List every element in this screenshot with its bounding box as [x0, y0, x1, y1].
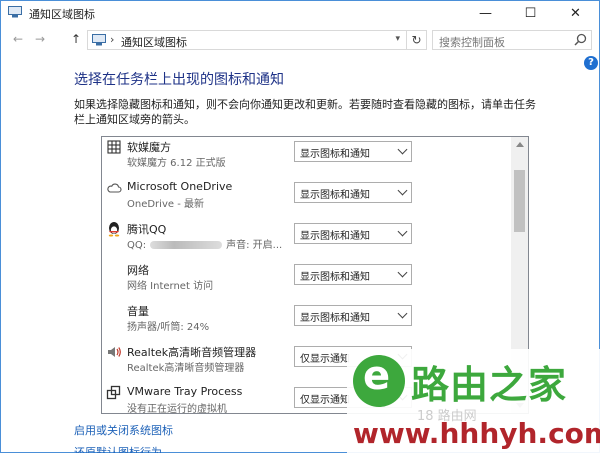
list-item: 网络 网络 Internet 访问 显示图标和通知 [102, 260, 512, 300]
chevron-down-icon [397, 267, 408, 278]
item-status: Realtek高清晰音频管理器 [127, 363, 245, 374]
behavior-value: 显示图标和通知 [300, 231, 370, 242]
behavior-select[interactable]: 显示图标和通知 [294, 141, 412, 162]
behavior-select[interactable]: 显示图标和通知 [294, 264, 412, 285]
vmware-icon [106, 385, 121, 400]
behavior-value: 显示图标和通知 [300, 190, 370, 201]
control-panel-icon [8, 6, 22, 18]
chevron-down-icon [397, 308, 408, 319]
page-description: 如果选择隐藏图标和通知，则不会向你通知更改和更新。若要随时查看隐藏的图标，请单击… [74, 98, 536, 126]
restore-defaults-link[interactable]: 还原默认图标行为 [74, 444, 162, 453]
scrollbar-thumb[interactable] [514, 170, 525, 232]
item-name: Realtek高清晰音频管理器 [127, 346, 257, 359]
breadcrumb-separator: › [110, 33, 115, 46]
behavior-value: 仅显示通知 [300, 395, 350, 406]
watermark: e 路由之家 18 路由网 www.hhhyh.com [347, 349, 600, 453]
item-status: OneDrive - 最新 [127, 199, 204, 210]
chevron-down-icon [397, 144, 408, 155]
help-button[interactable]: ? [584, 56, 598, 70]
search-placeholder: 搜索控制面板 [439, 36, 505, 49]
search-input[interactable]: 搜索控制面板 [432, 30, 592, 50]
item-name: 软媒魔方 [127, 141, 171, 154]
item-status: 软媒魔方 6.12 正式版 [127, 158, 226, 169]
list-item: 腾讯QQ QQ: 声音: 开启... 显示图标和通知 [102, 219, 512, 259]
control-panel-window: 通知区域图标 — ☐ ✕ ← → ↑ › 通知区域图标 ▾ ↻ 搜索控制面板 ?… [0, 0, 600, 453]
logo-letter: e [363, 353, 391, 399]
up-arrow-icon[interactable]: ↑ [71, 32, 81, 46]
item-status: 没有正在运行的虚拟机 [127, 404, 227, 414]
maximize-button[interactable]: ☐ [508, 1, 553, 25]
list-item: 音量 扬声器/听筒: 24% 显示图标和通知 [102, 301, 512, 341]
refresh-button[interactable]: ↻ [407, 30, 427, 50]
scroll-up-icon[interactable] [516, 142, 524, 147]
behavior-select[interactable]: 显示图标和通知 [294, 223, 412, 244]
chevron-down-icon [397, 226, 408, 237]
item-name: 网络 [127, 264, 149, 277]
control-panel-icon [92, 34, 106, 46]
item-status: QQ: 声音: 开启... [127, 236, 282, 251]
brand-logo: e [353, 353, 405, 407]
cloud-icon [107, 183, 122, 193]
chevron-down-icon [397, 185, 408, 196]
watermark-url: www.hhhyh.com [353, 417, 600, 450]
behavior-value: 显示图标和通知 [300, 149, 370, 160]
address-bar[interactable]: › 通知区域图标 ▾ [87, 30, 407, 50]
item-name: 音量 [127, 305, 149, 318]
item-name: VMware Tray Process [127, 385, 243, 398]
item-name: 腾讯QQ [127, 223, 167, 236]
behavior-select[interactable]: 显示图标和通知 [294, 182, 412, 203]
item-status-prefix: QQ: [127, 240, 147, 251]
item-status: 扬声器/听筒: 24% [127, 322, 210, 333]
behavior-value: 显示图标和通知 [300, 272, 370, 283]
page-title: 选择在任务栏上出现的图标和通知 [74, 72, 284, 88]
window-title: 通知区域图标 [29, 8, 95, 21]
minimize-button[interactable]: — [463, 1, 508, 25]
watermark-brand: 路由之家 [411, 363, 568, 407]
back-arrow-icon[interactable]: ← [13, 32, 23, 46]
item-name: Microsoft OneDrive [127, 180, 233, 193]
forward-arrow-icon[interactable]: → [35, 32, 45, 46]
address-toolbar: ← → ↑ › 通知区域图标 ▾ ↻ 搜索控制面板 [1, 28, 599, 52]
title-bar[interactable]: 通知区域图标 — ☐ ✕ [1, 1, 599, 25]
list-item: Microsoft OneDrive OneDrive - 最新 显示图标和通知 [102, 178, 512, 218]
breadcrumb-current[interactable]: 通知区域图标 [121, 34, 187, 50]
behavior-value: 仅显示通知 [300, 354, 350, 365]
behavior-value: 显示图标和通知 [300, 313, 370, 324]
item-status-suffix: 声音: 开启... [226, 240, 283, 251]
qq-penguin-icon [108, 222, 120, 237]
network-icon [106, 262, 122, 278]
blurred-qq-number [150, 241, 223, 249]
toggle-system-icons-link[interactable]: 启用或关闭系统图标 [74, 422, 173, 438]
speaker-icon [108, 347, 121, 357]
list-item: 软媒魔方 软媒魔方 6.12 正式版 显示图标和通知 [102, 137, 512, 177]
item-status: 网络 Internet 访问 [127, 281, 214, 292]
behavior-select[interactable]: 显示图标和通知 [294, 305, 412, 326]
address-dropdown-icon[interactable]: ▾ [395, 34, 400, 44]
volume-icon [106, 303, 122, 319]
search-icon [574, 33, 587, 46]
close-button[interactable]: ✕ [553, 1, 598, 25]
grid-icon [107, 140, 121, 154]
